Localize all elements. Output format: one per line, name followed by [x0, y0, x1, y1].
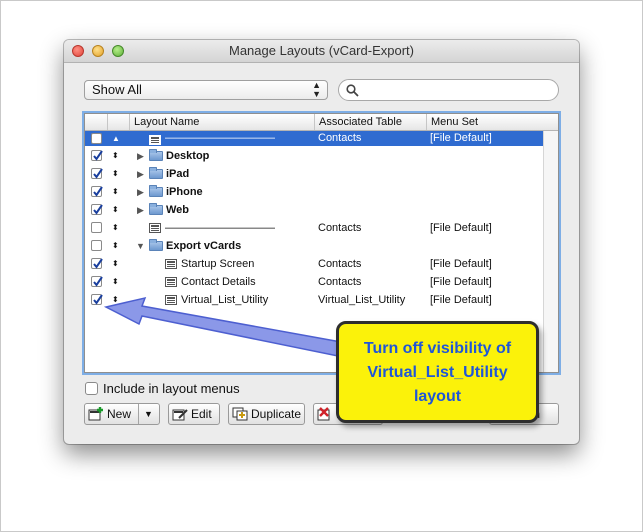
- annotation-arrow-shape: [103, 296, 342, 357]
- annotation-arrow: [103, 296, 342, 357]
- callout-line-2: Virtual_List_Utility: [367, 364, 508, 381]
- annotation-callout: Turn off visibility of Virtual_List_Util…: [336, 321, 539, 423]
- callout-line-3: layout: [413, 388, 462, 405]
- callout-line-1: Turn off visibility of: [363, 340, 512, 357]
